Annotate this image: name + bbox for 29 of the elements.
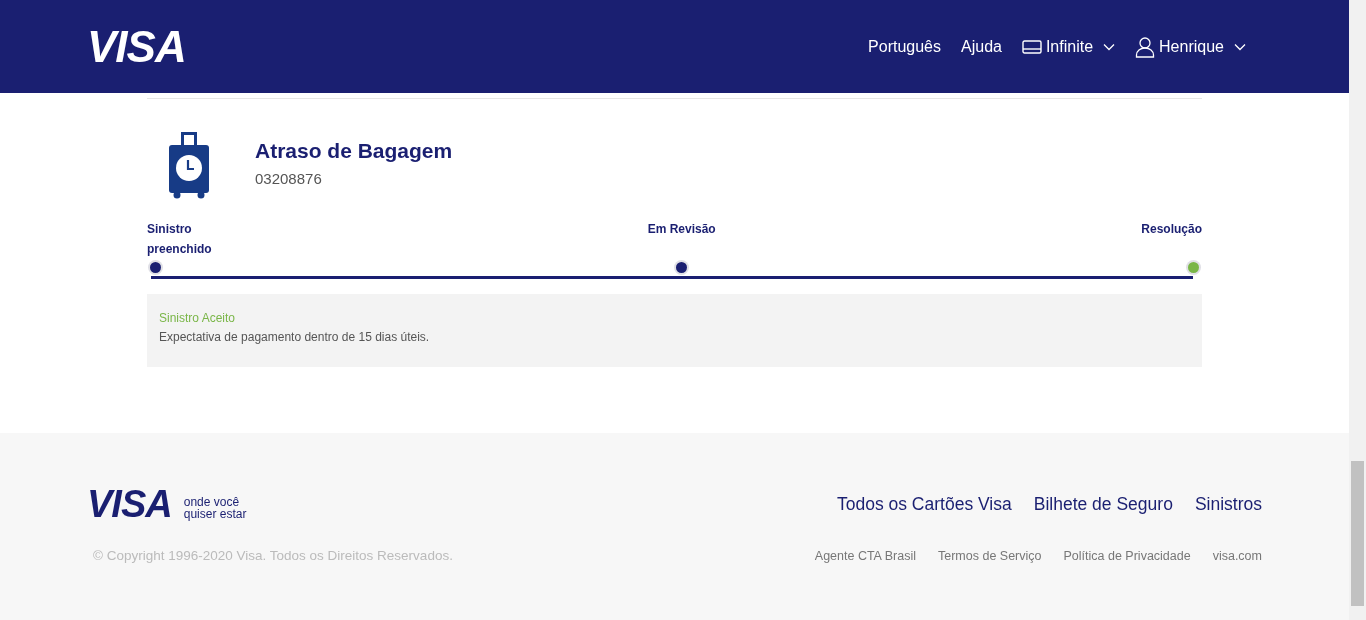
card-menu[interactable]: Infinite [1021,37,1116,56]
user-icon [1135,35,1156,58]
scrollbar[interactable] [1349,0,1366,620]
visa-logo[interactable]: VISA [87,21,186,72]
nav-link[interactable]: Ajuda [961,37,1002,56]
footer-link[interactable]: Sinistros [1194,494,1262,515]
footer-link[interactable]: Termos de Serviço [938,548,1042,563]
footer-link[interactable]: visa.com [1212,548,1262,563]
suitcase-clock-icon [168,131,210,199]
user-menu[interactable]: Henrique [1135,35,1246,58]
claim-number: 03208876 [255,170,323,187]
status-title: Sinistro Aceito [159,311,237,325]
footer-link[interactable]: Bilhete de Seguro [1033,494,1173,515]
step-label: Em Revisão [647,221,716,238]
nav-link[interactable]: Português [868,37,941,56]
footer-link[interactable]: Todos os Cartões Visa [836,494,1012,515]
card-icon [1021,39,1042,54]
claim-title: Atraso de Bagagem [255,139,453,163]
copyright-text: © Copyright 1996-2020 Visa. Todos os Direitos Reservados. [93,548,453,563]
chevron-icon [1103,42,1116,51]
step-label: Resolução [1141,221,1202,238]
visa-logo[interactable]: VISA [87,483,172,526]
chevron-icon [1234,42,1246,51]
footer-link[interactable]: Política de Privacidade [1063,548,1191,563]
scrollbar-thumb[interactable] [1351,461,1364,606]
footer-link[interactable]: Agente CTA Brasil [814,548,916,563]
tagline: onde você quiser estar [183,495,247,520]
status-text: Expectativa de pagamento dentro de 15 dias úteis. [159,330,431,344]
step-label: Sinistro preenchido [147,221,213,258]
